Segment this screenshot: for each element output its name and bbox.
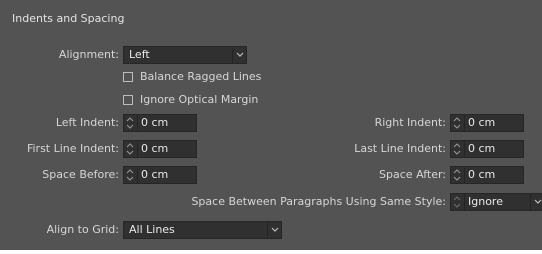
ignore-optical-margin-checkbox[interactable]	[123, 95, 133, 105]
indents-and-spacing-panel: Indents and Spacing Alignment: Left Bala…	[0, 0, 542, 250]
space-before-value: 0 cm	[141, 168, 169, 181]
space-after-label: Space After:	[379, 168, 446, 181]
last-line-indent-field[interactable]: 0 cm	[450, 140, 524, 158]
space-between-label: Space Between Paragraphs Using Same Styl…	[191, 195, 446, 208]
first-line-indent-field[interactable]: 0 cm	[123, 140, 197, 158]
left-indent-label: Left Indent:	[55, 116, 119, 129]
space-before-field[interactable]: 0 cm	[123, 166, 197, 184]
spinner-arrows-icon[interactable]	[451, 194, 465, 210]
alignment-label: Alignment:	[58, 48, 119, 61]
chevron-down-icon[interactable]	[530, 194, 542, 210]
ignore-optical-margin-label: Ignore Optical Margin	[140, 93, 259, 106]
balance-ragged-lines-label: Balance Ragged Lines	[140, 70, 262, 83]
last-line-indent-label: Last Line Indent:	[354, 142, 446, 155]
right-indent-field[interactable]: 0 cm	[450, 114, 524, 132]
last-line-indent-value: 0 cm	[468, 142, 496, 155]
space-between-value: Ignore	[468, 195, 503, 208]
first-line-indent-label: First Line Indent:	[26, 142, 119, 155]
align-to-grid-value: All Lines	[129, 223, 175, 236]
spinner-arrows-icon[interactable]	[124, 167, 138, 183]
spinner-arrows-icon[interactable]	[124, 115, 138, 131]
spinner-arrows-icon[interactable]	[451, 115, 465, 131]
space-after-field[interactable]: 0 cm	[450, 166, 524, 184]
right-indent-label: Right Indent:	[374, 116, 446, 129]
alignment-dropdown[interactable]: Left	[123, 46, 247, 64]
balance-ragged-lines-checkbox[interactable]	[123, 72, 133, 82]
space-after-value: 0 cm	[468, 168, 496, 181]
align-to-grid-dropdown[interactable]: All Lines	[123, 221, 282, 239]
panel-title: Indents and Spacing	[12, 12, 125, 25]
space-before-label: Space Before:	[42, 168, 119, 181]
alignment-value: Left	[129, 48, 150, 61]
right-indent-value: 0 cm	[468, 116, 496, 129]
space-between-dropdown[interactable]: Ignore	[450, 193, 542, 211]
left-indent-value: 0 cm	[141, 116, 169, 129]
align-to-grid-label: Align to Grid:	[46, 223, 119, 236]
left-indent-field[interactable]: 0 cm	[123, 114, 197, 132]
spinner-arrows-icon[interactable]	[451, 141, 465, 157]
chevron-down-icon[interactable]	[267, 222, 282, 238]
spinner-arrows-icon[interactable]	[124, 141, 138, 157]
chevron-down-icon[interactable]	[232, 47, 247, 63]
spinner-arrows-icon[interactable]	[451, 167, 465, 183]
first-line-indent-value: 0 cm	[141, 142, 169, 155]
